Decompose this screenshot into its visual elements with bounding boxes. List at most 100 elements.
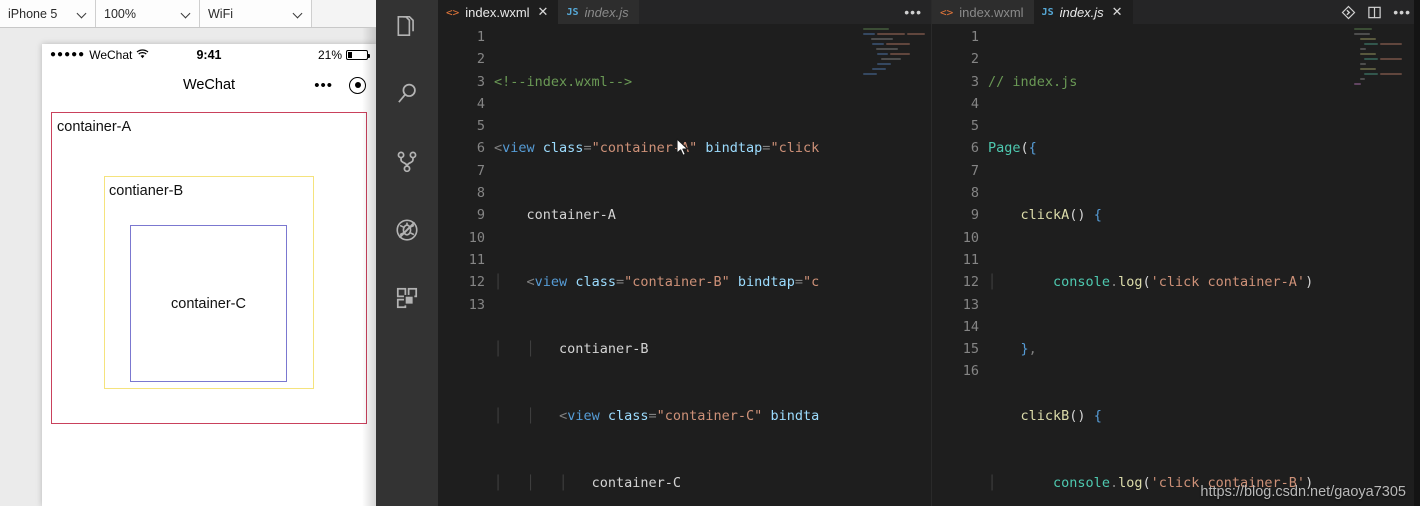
search-icon[interactable] bbox=[376, 68, 438, 120]
tab-index-js-right[interactable]: JS index.js ✕ bbox=[1033, 0, 1133, 24]
line-number: 9 bbox=[970, 207, 979, 224]
tab-index-wxml-left[interactable]: <> index.wxml ✕ bbox=[438, 0, 559, 24]
js-file-icon: JS bbox=[566, 6, 579, 18]
more-actions-icon[interactable]: ••• bbox=[1393, 5, 1411, 19]
more-menu-icon[interactable]: ••• bbox=[314, 78, 333, 93]
code-line: │ │ contianer-B bbox=[494, 341, 649, 358]
tabbar-actions-right: ••• bbox=[1332, 0, 1420, 24]
code-line: clickB() { bbox=[1020, 408, 1102, 425]
line-number: 3 bbox=[476, 73, 485, 90]
line-number: 1 bbox=[476, 29, 485, 45]
zoom-select[interactable]: 100% bbox=[96, 0, 200, 27]
code-content-js: 1 2 3 4 5 6 7 8 9 10 11 12 13 14 15 16 /… bbox=[932, 24, 1420, 506]
line-number: 7 bbox=[476, 162, 485, 179]
container-c-label: container-C bbox=[171, 295, 246, 312]
tab-label: index.wxml bbox=[959, 4, 1024, 20]
phone-frame: ●●●●● WeChat 9:41 21% WeChat ••• contain… bbox=[42, 44, 376, 506]
line-number: 7 bbox=[970, 162, 979, 179]
line-number: 10 bbox=[962, 229, 979, 246]
code-line: Page({ bbox=[988, 140, 1037, 157]
wxml-preview-body: container-A contianer-B container-C bbox=[42, 104, 376, 424]
line-number: 11 bbox=[468, 251, 485, 268]
line-number: 5 bbox=[476, 118, 485, 135]
tabbar-right: <> index.wxml JS index.js ✕ ••• bbox=[932, 0, 1420, 24]
code-line: │ │ │ container-C bbox=[494, 474, 681, 491]
preview-container-a[interactable]: container-A contianer-B container-C bbox=[51, 112, 367, 424]
container-a-label: container-A bbox=[57, 119, 132, 135]
code-line: <!--index.wxml--> bbox=[494, 73, 633, 90]
line-number: 13 bbox=[468, 296, 485, 313]
network-select-value: WiFi bbox=[208, 6, 233, 21]
phone-nav-bar: WeChat ••• bbox=[42, 66, 376, 104]
explorer-icon[interactable] bbox=[376, 0, 438, 52]
editor-right[interactable]: 1 2 3 4 5 6 7 8 9 10 11 12 13 14 15 16 /… bbox=[932, 24, 1420, 506]
extensions-icon[interactable] bbox=[376, 272, 438, 324]
js-file-icon: JS bbox=[1041, 6, 1054, 18]
line-number: 2 bbox=[476, 51, 485, 68]
run-debug-icon[interactable] bbox=[376, 204, 438, 256]
toolbar-empty-slot bbox=[312, 0, 376, 27]
line-number: 4 bbox=[476, 95, 485, 112]
line-number: 16 bbox=[962, 363, 979, 380]
wxml-file-icon: <> bbox=[940, 5, 954, 19]
zoom-select-value: 100% bbox=[104, 6, 136, 21]
network-select[interactable]: WiFi bbox=[200, 0, 312, 27]
line-number: 13 bbox=[962, 296, 979, 313]
code-line: }, bbox=[1020, 341, 1037, 358]
window-right-edge bbox=[1414, 0, 1420, 506]
line-number: 11 bbox=[962, 251, 979, 268]
container-b-label: contianer-B bbox=[109, 183, 184, 199]
line-number: 9 bbox=[476, 207, 485, 224]
tab-index-wxml-right[interactable]: <> index.wxml bbox=[932, 0, 1034, 24]
code-line: <view class="container-A" bindtap="click bbox=[494, 140, 820, 157]
code-line: │ console.log('click container-A') bbox=[988, 274, 1314, 291]
tab-label: index.js bbox=[584, 4, 629, 20]
device-select[interactable]: iPhone 5 bbox=[0, 0, 96, 27]
chevron-down-icon bbox=[182, 9, 191, 18]
code-content-wxml: 1 2 3 4 5 6 7 8 9 10 11 12 13 <!--index.… bbox=[438, 24, 931, 506]
line-number-gutter-right: 1 2 3 4 5 6 7 8 9 10 11 12 13 14 15 16 bbox=[932, 26, 988, 506]
code-lines-right: // index.js Page({ clickA() { │ console.… bbox=[988, 26, 1420, 506]
line-number: 15 bbox=[962, 341, 979, 358]
code-line: container-A bbox=[494, 207, 616, 224]
code-line: // index.js bbox=[988, 73, 1078, 90]
target-circle-icon[interactable] bbox=[349, 76, 366, 94]
device-select-value: iPhone 5 bbox=[8, 6, 58, 21]
editor-area: <> index.wxml ✕ JS index.js ••• 1 2 3 4 … bbox=[438, 0, 1420, 506]
open-changes-icon[interactable] bbox=[1341, 5, 1356, 20]
tab-label: index.wxml bbox=[465, 4, 530, 20]
line-number: 10 bbox=[468, 229, 485, 246]
tabbar-left: <> index.wxml ✕ JS index.js ••• bbox=[438, 0, 931, 24]
line-number-gutter-left: 1 2 3 4 5 6 7 8 9 10 11 12 13 bbox=[438, 26, 494, 506]
code-lines-left: <!--index.wxml--> <view class="container… bbox=[494, 26, 931, 506]
close-icon[interactable]: ✕ bbox=[1112, 6, 1123, 19]
code-line: clickA() { bbox=[1020, 207, 1102, 224]
preview-container-b[interactable]: contianer-B container-C bbox=[104, 176, 314, 389]
more-actions-icon[interactable]: ••• bbox=[904, 5, 922, 19]
split-editor-icon[interactable] bbox=[1367, 5, 1382, 20]
wxml-file-icon: <> bbox=[446, 5, 460, 19]
line-number: 6 bbox=[476, 140, 485, 157]
simulator-stage: ●●●●● WeChat 9:41 21% WeChat ••• contain… bbox=[0, 28, 376, 506]
preview-container-c[interactable]: container-C bbox=[130, 225, 287, 382]
chevron-down-icon bbox=[78, 9, 87, 18]
vscode-pane: <> index.wxml ✕ JS index.js ••• 1 2 3 4 … bbox=[376, 0, 1420, 506]
line-number: 12 bbox=[468, 274, 485, 291]
source-control-icon[interactable] bbox=[376, 136, 438, 188]
simulator-toolbar: iPhone 5 100% WiFi bbox=[0, 0, 376, 28]
editor-group-right: <> index.wxml JS index.js ✕ ••• 1 2 3 4 … bbox=[932, 0, 1420, 506]
line-number: 6 bbox=[970, 140, 979, 157]
code-line: │ <view class="container-B" bindtap="c bbox=[494, 274, 820, 291]
code-line: │ │ <view class="container-C" bindta bbox=[494, 408, 820, 425]
tab-index-js-left[interactable]: JS index.js bbox=[558, 0, 639, 24]
line-number: 8 bbox=[476, 185, 485, 202]
watermark-url: https://blog.csdn.net/gaoya7305 bbox=[1200, 484, 1406, 500]
line-number: 8 bbox=[970, 185, 979, 202]
tabbar-actions-left: ••• bbox=[895, 0, 931, 24]
chevron-down-icon bbox=[294, 9, 303, 18]
battery-percent-label: 21% bbox=[317, 48, 342, 62]
line-number: 3 bbox=[970, 73, 979, 90]
close-icon[interactable]: ✕ bbox=[538, 6, 549, 19]
status-bar-right: 21% bbox=[317, 48, 370, 62]
editor-left[interactable]: 1 2 3 4 5 6 7 8 9 10 11 12 13 <!--index.… bbox=[438, 24, 931, 506]
